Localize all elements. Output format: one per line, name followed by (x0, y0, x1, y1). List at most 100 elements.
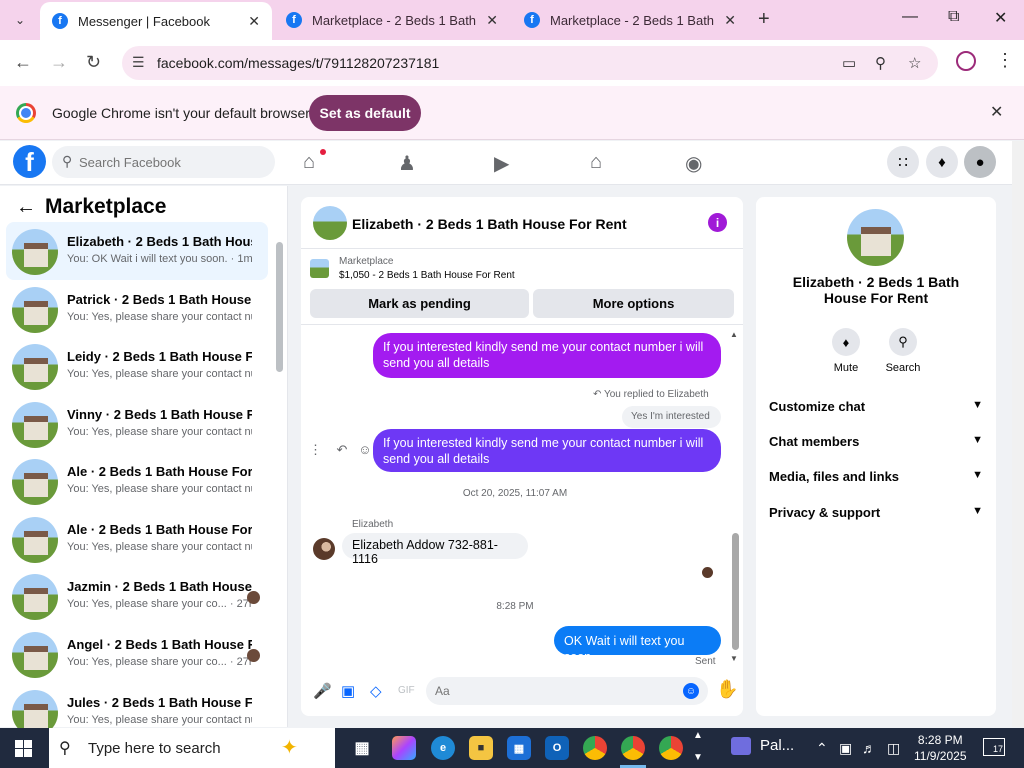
gaming-icon[interactable]: ◉ (685, 151, 702, 176)
info-icon[interactable]: i (708, 213, 727, 232)
copilot-sparkle-icon[interactable]: ✦ (281, 735, 298, 760)
reload-icon[interactable]: ↻ (86, 52, 101, 73)
conversation-item[interactable]: Vinny · 2 Beds 1 Bath House For Rent You… (6, 395, 268, 453)
network-icon[interactable]: ◫ (887, 740, 900, 757)
reply-icon[interactable]: ↶ (336, 442, 347, 457)
scroll-up-arrow-icon[interactable]: ▲ (730, 330, 738, 339)
privacy-support-section[interactable]: Privacy & support ▼ (769, 505, 985, 529)
more-options-button[interactable]: More options (533, 289, 734, 318)
tab-marketplace-2[interactable]: f Marketplace - 2 Beds 1 Bath House For … (512, 0, 748, 40)
outgoing-message[interactable]: OK Wait i will text you soon. (554, 626, 721, 664)
media-files-links-section[interactable]: Media, files and links ▼ (769, 469, 985, 493)
profile-icon[interactable] (956, 51, 976, 71)
site-info-icon[interactable]: ☰ (132, 54, 145, 71)
install-app-icon[interactable]: ▭ (842, 54, 856, 72)
url-text[interactable]: facebook.com/messages/t/791128207237181 (157, 55, 439, 71)
omnibox[interactable]: ☰ facebook.com/messages/t/79112820723718… (122, 46, 938, 80)
mute-button[interactable]: ♦ Mute (821, 328, 871, 374)
sticker-icon[interactable]: ◇ (370, 682, 382, 700)
listing-thumbnail[interactable] (310, 259, 329, 278)
taskbar-search[interactable]: ⚲ Type here to search ✦ (49, 728, 335, 768)
close-tab-icon[interactable]: ✕ (486, 12, 498, 29)
scrollbar-thumb[interactable] (276, 242, 283, 372)
task-view-icon[interactable]: ▦ (350, 736, 374, 760)
tab-marketplace-1[interactable]: f Marketplace - 2 Beds 1 Bath House For … (274, 0, 510, 40)
listing-photo[interactable] (847, 209, 904, 266)
sender-avatar[interactable] (313, 538, 335, 560)
conversation-item[interactable]: Ale · 2 Beds 1 Bath House For Rent You: … (6, 510, 268, 568)
show-hidden-icons-chevron-icon[interactable]: ⌃ (816, 740, 828, 757)
video-icon[interactable]: ▶ (494, 151, 509, 176)
notification-center-icon[interactable]: 17 (983, 738, 1005, 756)
back-arrow-icon[interactable]: ← (16, 196, 36, 219)
conversation-item[interactable]: Leidy · 2 Beds 1 Bath House For Rent You… (6, 337, 268, 395)
notifications-bell-icon[interactable]: ♦ (926, 146, 958, 178)
gif-icon[interactable]: GIF (398, 685, 415, 696)
chat-scrollbar[interactable]: ▲ ▼ (730, 328, 740, 665)
edge-browser-icon[interactable]: e (431, 736, 455, 760)
customize-chat-section[interactable]: Customize chat ▼ (769, 399, 985, 423)
message-input[interactable] (435, 677, 675, 705)
conversation-scrollbar[interactable] (275, 224, 283, 719)
taskbar-scroll-up-icon[interactable]: ▲ (693, 730, 703, 741)
meet-now-icon[interactable]: ▣ (839, 740, 852, 757)
forward-arrow-icon[interactable]: → (50, 52, 68, 73)
scrollbar-thumb[interactable] (732, 533, 739, 650)
close-tab-icon[interactable]: ✕ (724, 12, 736, 29)
conversation-item[interactable]: Elizabeth · 2 Beds 1 Bath House For Rent… (6, 222, 268, 280)
taskbar-scroll-down-icon[interactable]: ▼ (693, 752, 703, 763)
menu-grid-icon[interactable]: ∷ (887, 146, 919, 178)
facebook-logo-icon[interactable]: f (13, 145, 46, 178)
search-button[interactable]: ⚲ Search (878, 328, 928, 374)
chrome-menu-icon[interactable]: ⋮ (996, 50, 1014, 71)
tab-messenger[interactable]: f Messenger | Facebook ✕ (40, 2, 272, 40)
friends-icon[interactable]: ♟ (398, 151, 416, 176)
chrome-browser-icon[interactable] (621, 736, 645, 760)
restore-icon[interactable]: ⧉ (948, 8, 959, 26)
chat-members-section[interactable]: Chat members ▼ (769, 434, 985, 458)
microphone-icon[interactable]: 🎤 (313, 682, 332, 700)
facebook-search-input[interactable] (79, 146, 269, 178)
zoom-icon[interactable]: ⚲ (875, 54, 886, 72)
close-window-icon[interactable]: ✕ (994, 8, 1007, 28)
chrome-browser-icon[interactable] (583, 736, 607, 760)
pal-app-button[interactable]: Pal... (731, 737, 794, 756)
close-infobar-icon[interactable]: ✕ (990, 102, 1003, 122)
mark-as-pending-button[interactable]: Mark as pending (310, 289, 529, 318)
microsoft-store-icon[interactable]: ▦ (507, 736, 531, 760)
thumbs-up-icon[interactable]: ✋ (716, 679, 738, 700)
react-emoji-icon[interactable]: ☺ (358, 442, 371, 457)
conversation-item[interactable]: Angel · 2 Beds 1 Bath House For Rent You… (6, 625, 268, 683)
chat-title[interactable]: Elizabeth · 2 Beds 1 Bath House For Rent (352, 216, 627, 232)
more-actions-icon[interactable]: ⋮ (309, 442, 322, 457)
photo-icon[interactable]: ▣ (341, 682, 355, 700)
conversation-item[interactable]: Jazmin · 2 Beds 1 Bath House For Rent Yo… (6, 567, 268, 625)
set-as-default-button[interactable]: Set as default (309, 95, 421, 131)
volume-icon[interactable]: ♬ (862, 740, 876, 756)
home-icon[interactable]: ⌂ (303, 151, 315, 174)
scroll-down-arrow-icon[interactable]: ▼ (730, 654, 738, 663)
minimize-icon[interactable]: — (902, 8, 918, 26)
page-scrollbar[interactable] (1012, 141, 1024, 727)
copilot-app-icon[interactable] (392, 736, 416, 760)
chat-listing-avatar[interactable] (313, 206, 347, 240)
outgoing-message[interactable]: If you interested kindly send me your co… (373, 333, 721, 378)
outgoing-message[interactable]: If you interested kindly send me your co… (373, 429, 721, 472)
outlook-icon[interactable]: O (545, 736, 569, 760)
bookmark-star-icon[interactable]: ☆ (908, 54, 921, 72)
quoted-message[interactable]: Yes I'm interested (622, 406, 721, 428)
back-arrow-icon[interactable]: ← (14, 52, 32, 73)
file-explorer-icon[interactable]: ■ (469, 736, 493, 760)
emoji-icon[interactable]: ☺ (683, 683, 699, 699)
taskbar-clock[interactable]: 8:28 PM 11/9/2025 (914, 732, 967, 764)
listing-price[interactable]: $1,050 - 2 Beds 1 Bath House For Rent (339, 270, 515, 281)
new-tab-plus-icon[interactable]: + (758, 8, 770, 31)
marketplace-icon[interactable]: ⌂ (590, 151, 602, 174)
tab-search-chevron-icon[interactable]: ⌄ (8, 8, 32, 32)
incoming-message[interactable]: Elizabeth Addow 732-881-1116 (342, 533, 528, 566)
facebook-search[interactable]: ⚲ (52, 146, 275, 178)
close-tab-icon[interactable]: ✕ (248, 13, 260, 30)
conversation-item[interactable]: Patrick · 2 Beds 1 Bath House For Rent Y… (6, 280, 268, 338)
windows-start-icon[interactable] (15, 740, 32, 757)
message-composer[interactable]: ☺ (426, 677, 708, 705)
